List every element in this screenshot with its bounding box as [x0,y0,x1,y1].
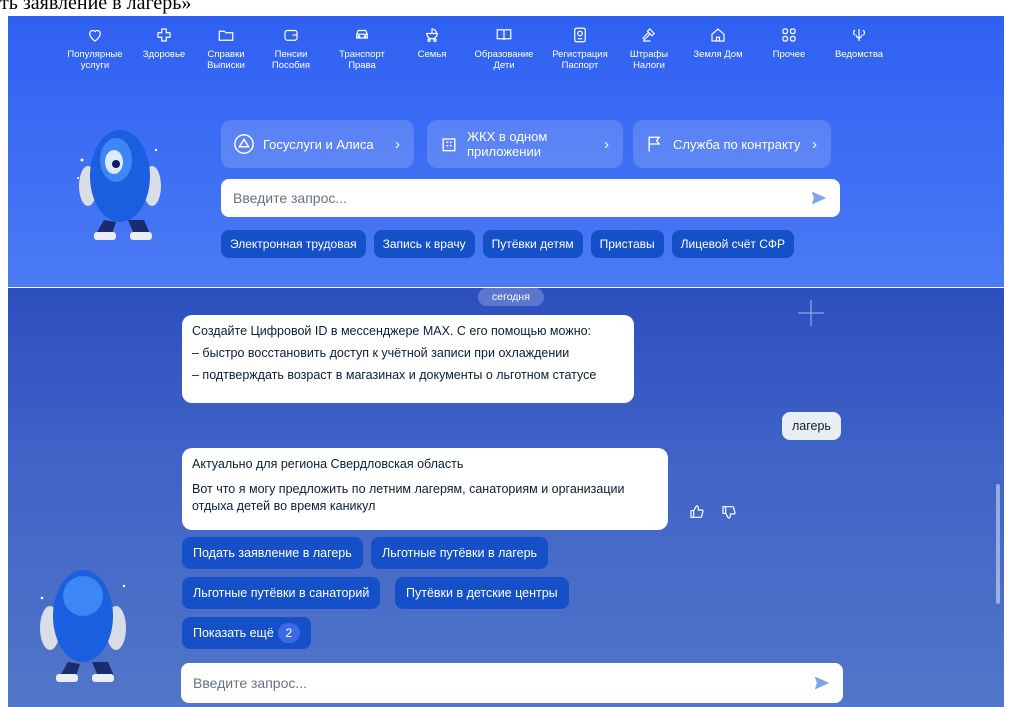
bot-message: Актуально для региона Свердловская облас… [182,448,668,530]
promo-alice[interactable]: Госуслуги и Алиса › [221,120,414,168]
nav-item-transport[interactable]: Транспорт Права [324,26,400,71]
nav-label: Образование Дети [474,49,534,71]
bot-message: Создайте Цифровой ID в мессенджере MAX. … [182,315,634,403]
health-cross-icon [157,28,171,42]
nav-item-agencies[interactable]: Ведомства [824,26,894,71]
thumbs-down-icon[interactable] [721,504,737,520]
nav-label: Семья [417,49,447,60]
grid-icon [782,28,796,42]
scrollbar[interactable] [996,484,1000,604]
message-text: Актуально для региона Свердловская облас… [192,457,464,471]
nav-item-pensions[interactable]: Пенсии Пособия [258,26,324,71]
nav-item-fines[interactable]: Штрафы Налоги [616,26,682,71]
wallet-icon [284,29,298,41]
passport-icon [574,27,586,43]
send-icon[interactable] [813,675,831,691]
user-message: лагерь [782,412,841,440]
book-icon [496,29,512,41]
message-text: Создайте Цифровой ID в мессенджере MAX. … [192,324,592,338]
stroller-icon [426,28,438,42]
nav-label: Штрафы Налоги [629,49,669,71]
nav-label: Популярные услуги [67,49,123,71]
search-input[interactable] [233,190,810,206]
show-more-button[interactable]: Показать ещё 2 [182,617,311,649]
nav-item-certificates[interactable]: Справки Выписки [194,26,258,71]
chat-panel: сегодня Создайте Цифровой ID в мессендже… [8,288,1004,707]
date-separator: сегодня [478,288,544,306]
nav-label: Справки Выписки [207,49,245,71]
message-text: Вот что я могу предложить по летним лаге… [192,482,625,513]
chip-doctor-appointment[interactable]: Запись к врачу [373,230,475,258]
chevron-right-icon: › [812,135,817,153]
nav-item-registration[interactable]: Регистрация Паспорт [544,26,616,71]
heart-icon [89,29,101,42]
nav-label: Здоровье [142,49,186,60]
house-icon [711,28,725,42]
show-more-label: Показать ещё [193,626,274,640]
quick-chips: Электронная трудовая Запись к врачу Путё… [221,230,795,258]
nav-item-popular[interactable]: Популярные услуги [56,26,134,71]
emblem-icon [852,29,866,41]
suggestion-apply-camp[interactable]: Подать заявление в лагерь [182,537,363,569]
chat-input-bar [181,663,843,703]
send-icon[interactable] [810,190,828,206]
chevron-right-icon: › [395,135,400,153]
suggestion-children-centers[interactable]: Путёвки в детские центры [395,577,569,609]
count-badge: 2 [277,623,300,643]
suggestion-camp-vouchers[interactable]: Льготные путёвки в лагерь [371,537,549,569]
nav-item-education[interactable]: Образование Дети [464,26,544,71]
chip-bailiffs[interactable]: Приставы [590,230,664,258]
nav-label: Регистрация Паспорт [552,49,608,71]
promo-contract-service[interactable]: Служба по контракту › [633,120,831,168]
promo-zhkh[interactable]: ЖКХ в одном приложении › [427,120,623,168]
nav-label: Пенсии Пособия [271,49,311,71]
flag-icon [648,136,661,152]
document-caption: ть заявление в лагерь» [0,0,192,14]
sparkle-icon [798,300,824,326]
message-text: – быстро восстановить доступ к учётной з… [192,346,570,360]
nav-item-family[interactable]: Семья [400,26,464,71]
category-nav: Популярные услуги Здоровье Справки Выпис… [56,26,894,71]
search-bar [221,179,840,217]
chip-children-vouchers[interactable]: Путёвки детям [482,230,583,258]
chat-input[interactable] [193,675,813,691]
alice-icon [234,134,254,154]
mascot-robot-icon [77,130,161,240]
nav-item-other[interactable]: Прочее [754,26,824,71]
promo-label: Госуслуги и Алиса [263,136,374,152]
nav-label: Прочее [772,49,806,60]
chip-electronic-workbook[interactable]: Электронная трудовая [221,230,366,258]
nav-label: Ведомства [834,49,884,60]
nav-label: Транспорт Права [339,49,385,71]
car-icon [356,29,368,39]
message-text: – подтверждать возраст в магазинах и док… [192,368,597,382]
nav-item-health[interactable]: Здоровье [134,26,194,71]
folder-icon [218,30,234,41]
gavel-icon [642,28,656,42]
building-icon [442,138,456,152]
mascot-robot-icon [40,570,126,682]
nav-label: Земля Дом [693,49,743,60]
services-panel: Популярные услуги Здоровье Справки Выпис… [8,16,1004,287]
promo-label: Служба по контракту [673,136,801,152]
chevron-right-icon: › [604,135,609,153]
suggestion-sanatorium-vouchers[interactable]: Льготные путёвки в санаторий [182,577,381,609]
nav-item-land[interactable]: Земля Дом [682,26,754,71]
chip-sfr-account[interactable]: Лицевой счёт СФР [671,230,795,258]
promo-label: ЖКХ в одном приложении [467,129,548,159]
thumbs-up-icon[interactable] [689,504,705,520]
